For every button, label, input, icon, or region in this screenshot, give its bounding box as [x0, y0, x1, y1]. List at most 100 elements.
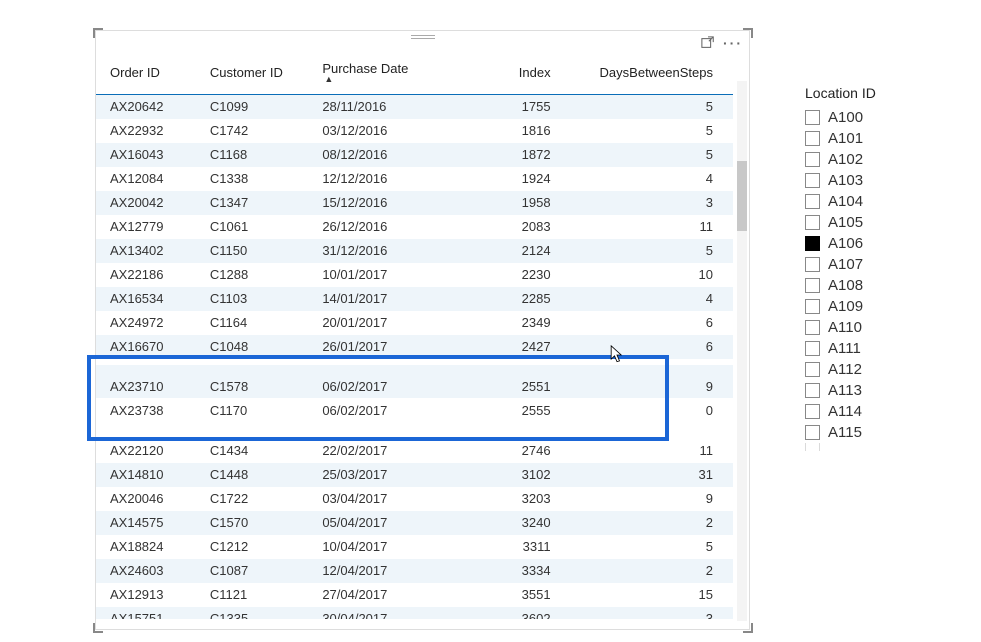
visual-header: ···: [701, 35, 743, 51]
focus-mode-icon[interactable]: [701, 36, 715, 50]
cell-days-between: 31: [571, 463, 733, 487]
table-row[interactable]: AX20042C134715/12/201619583: [96, 191, 733, 215]
table-row[interactable]: AX13402C115031/12/201621245: [96, 239, 733, 263]
table-row[interactable]: AX22932C174203/12/201618165: [96, 119, 733, 143]
slicer-item[interactable]: A110: [805, 317, 965, 338]
slicer-item-label: A102: [828, 151, 863, 168]
cell-purchase-date: 10/04/2017: [308, 535, 445, 559]
checkbox-icon[interactable]: [805, 110, 820, 125]
table-row[interactable]: AX20046C172203/04/201732039: [96, 487, 733, 511]
table-row[interactable]: AX24972C116420/01/201723496: [96, 311, 733, 335]
slicer-item[interactable]: A102: [805, 149, 965, 170]
header-row: Order ID Customer ID Purchase Date ▲ Ind…: [96, 53, 733, 95]
cell-customer-id: C1168: [196, 143, 308, 167]
table-visual[interactable]: ··· Order ID Customer ID Purchase Date ▲…: [95, 30, 750, 630]
table-row[interactable]: AX12913C112127/04/2017355115: [96, 583, 733, 607]
drag-handle-icon[interactable]: [411, 35, 435, 43]
cell-customer-id: C1087: [196, 559, 308, 583]
col-header-days-between[interactable]: DaysBetweenSteps: [571, 53, 733, 95]
col-header-customer-id[interactable]: Customer ID: [196, 53, 308, 95]
more-options-icon[interactable]: ···: [723, 35, 743, 51]
slicer-item[interactable]: A104: [805, 191, 965, 212]
slicer-item[interactable]: A100: [805, 107, 965, 128]
table-row[interactable]: AX16534C110314/01/201722854: [96, 287, 733, 311]
checkbox-icon[interactable]: [805, 299, 820, 314]
table-row[interactable]: AX22186C128810/01/2017223010: [96, 263, 733, 287]
table-row[interactable]: AX12084C133812/12/201619244: [96, 167, 733, 191]
selection-handle-icon[interactable]: [93, 623, 103, 633]
checkbox-icon[interactable]: [805, 383, 820, 398]
checkbox-icon[interactable]: [805, 362, 820, 377]
slicer-item[interactable]: A112: [805, 359, 965, 380]
slicer-item[interactable]: A113: [805, 380, 965, 401]
table-row[interactable]: AX14575C157005/04/201732402: [96, 511, 733, 535]
cell-order-id: AX16534: [96, 287, 196, 311]
slicer-item[interactable]: A107: [805, 254, 965, 275]
scrollbar-thumb[interactable]: [737, 161, 747, 231]
cell-purchase-date: 22/02/2017: [308, 439, 445, 463]
cell-days-between: 10: [571, 263, 733, 287]
cell-index: 3334: [446, 559, 571, 583]
selection-handle-icon[interactable]: [93, 28, 103, 38]
checkbox-icon[interactable]: [805, 131, 820, 146]
checkbox-icon[interactable]: [805, 215, 820, 230]
table-row[interactable]: AX16043C116808/12/201618725: [96, 143, 733, 167]
table-row[interactable]: AX20642C109928/11/201617555: [96, 95, 733, 119]
checkbox-icon[interactable]: [805, 425, 820, 440]
cell-index: 2230: [446, 263, 571, 287]
col-header-order-id[interactable]: Order ID: [96, 53, 196, 95]
slicer-title: Location ID: [805, 85, 965, 101]
slicer-item[interactable]: A115: [805, 422, 965, 443]
checkbox-icon[interactable]: [805, 278, 820, 293]
cell-purchase-date: 20/01/2017: [308, 311, 445, 335]
checkbox-icon[interactable]: [805, 257, 820, 272]
slicer-item[interactable]: A109: [805, 296, 965, 317]
slicer-item[interactable]: A106: [805, 233, 965, 254]
slicer-item[interactable]: A111: [805, 338, 965, 359]
checkbox-icon[interactable]: [805, 173, 820, 188]
table-row[interactable]: AX24603C108712/04/201733342: [96, 559, 733, 583]
table-scroll-area[interactable]: Order ID Customer ID Purchase Date ▲ Ind…: [96, 53, 733, 619]
cell-days-between: 15: [571, 583, 733, 607]
table-row[interactable]: AX12779C106126/12/2016208311: [96, 215, 733, 239]
vertical-scrollbar[interactable]: [737, 81, 747, 621]
slicer-item[interactable]: A114: [805, 401, 965, 422]
cell-index: 2551: [446, 365, 571, 399]
slicer-item-label: A107: [828, 256, 863, 273]
table-row[interactable]: AX14810C144825/03/2017310231: [96, 463, 733, 487]
table-row[interactable]: AX22120C143422/02/2017274611: [96, 439, 733, 463]
cell-days-between: 5: [571, 239, 733, 263]
cell-order-id: AX22932: [96, 119, 196, 143]
slicer-item[interactable]: A108: [805, 275, 965, 296]
cell-days-between: 3: [571, 607, 733, 620]
checkbox-icon[interactable]: [805, 320, 820, 335]
cell-days-between: 11: [571, 439, 733, 463]
table-row[interactable]: AX18824C121210/04/201733115: [96, 535, 733, 559]
checkbox-icon[interactable]: [805, 341, 820, 356]
slicer-item-label: A103: [828, 172, 863, 189]
slicer-item[interactable]: A101: [805, 128, 965, 149]
selection-handle-icon[interactable]: [743, 623, 753, 633]
cell-purchase-date: 12/04/2017: [308, 559, 445, 583]
cursor-icon: [610, 345, 624, 365]
col-header-index[interactable]: Index: [446, 53, 571, 95]
slicer-item[interactable]: A105: [805, 212, 965, 233]
checkbox-icon[interactable]: [805, 404, 820, 419]
table-row[interactable]: AX16670C104826/01/201724276: [96, 335, 733, 359]
checkbox-icon[interactable]: [805, 152, 820, 167]
col-header-purchase-date[interactable]: Purchase Date ▲: [308, 53, 445, 95]
table-row[interactable]: AX23738C117006/02/201725550: [96, 399, 733, 433]
checkbox-icon[interactable]: [805, 194, 820, 209]
cell-days-between: 11: [571, 215, 733, 239]
cell-order-id: AX23738: [96, 399, 196, 433]
cell-purchase-date: 26/12/2016: [308, 215, 445, 239]
slicer-item-label: A113: [828, 382, 862, 399]
cell-index: 1755: [446, 95, 571, 119]
table-body: AX20642C109928/11/201617555AX22932C17420…: [96, 95, 733, 620]
table-row[interactable]: AX15751C133530/04/201736023: [96, 607, 733, 620]
table-row[interactable]: AX23710C157806/02/201725519: [96, 365, 733, 399]
checkbox-icon[interactable]: [805, 236, 820, 251]
location-slicer[interactable]: Location ID A100A101 A102 A103 A104A105A106…: [805, 85, 965, 451]
slicer-item[interactable]: A103: [805, 170, 965, 191]
selection-handle-icon[interactable]: [743, 28, 753, 38]
